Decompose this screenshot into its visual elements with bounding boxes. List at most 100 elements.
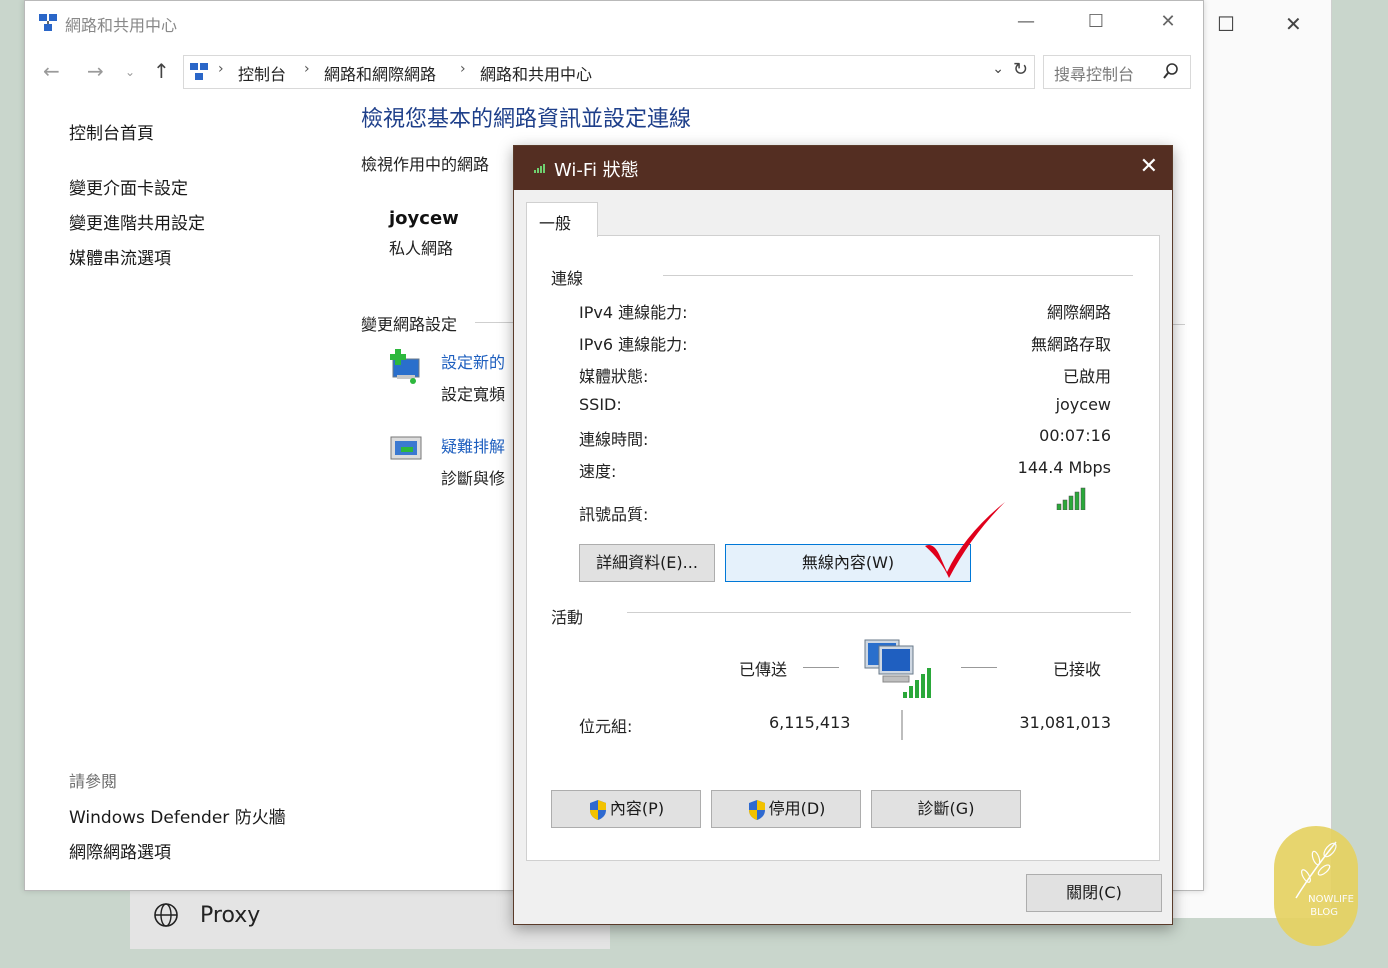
wifi-status-dialog: Wi-Fi 狀態 ✕ 一般 連線 IPv4 連線能力: 網際網路 IPv6 連線… — [513, 145, 1173, 925]
sent-label: 已傳送 — [739, 660, 788, 679]
connection-group-label: 連線 — [551, 269, 584, 288]
setup-new-connection-desc: 設定寬頻 — [441, 385, 506, 404]
sidebar-home-link[interactable]: 控制台首頁 — [69, 119, 154, 144]
received-line — [961, 667, 997, 668]
troubleshoot-icon — [390, 436, 422, 460]
chevron-right-icon: › — [460, 61, 466, 77]
watermark-line1: NOWLIFE — [1308, 894, 1354, 905]
divider — [1173, 324, 1185, 325]
chevron-right-icon: › — [218, 61, 224, 77]
breadcrumb-network-center[interactable]: 網路和共用中心 — [480, 61, 592, 85]
globe-icon — [154, 903, 178, 927]
ipv4-value: 網際網路 — [1046, 303, 1111, 322]
leaf-branch-icon — [1295, 841, 1337, 899]
recent-dropdown-icon[interactable]: ⌄ — [125, 65, 135, 79]
divider — [475, 322, 515, 323]
blog-watermark: NOWLIFE BLOG — [1274, 826, 1358, 946]
proxy-label: Proxy — [200, 903, 261, 928]
signal-quality-label: 訊號品質: — [579, 505, 649, 524]
close-icon[interactable]: ✕ — [1140, 154, 1158, 179]
window-title: 網路和共用中心 — [65, 16, 178, 35]
refresh-icon[interactable]: ↻ — [1013, 59, 1028, 80]
page-title: 檢視您基本的網路資訊並設定連線 — [361, 107, 692, 132]
duration-label: 連線時間: — [579, 430, 649, 449]
search-icon[interactable] — [1162, 62, 1180, 80]
up-arrow-icon[interactable]: ↑ — [153, 59, 170, 83]
ssid-label: SSID: — [579, 395, 622, 414]
dialog-title-bar: Wi-Fi 狀態 ✕ — [514, 146, 1172, 190]
sent-line — [803, 667, 839, 668]
uac-shield-icon — [589, 799, 606, 820]
chevron-right-icon: › — [304, 61, 310, 77]
media-state-label: 媒體狀態: — [579, 367, 649, 386]
close-icon[interactable]: ✕ — [1153, 11, 1183, 32]
chevron-down-icon[interactable]: ⌄ — [992, 61, 1004, 77]
maximize-icon[interactable]: ☐ — [1081, 11, 1111, 32]
new-connection-icon — [390, 349, 420, 384]
bytes-received-value: 31,081,013 — [1019, 713, 1111, 732]
divider — [663, 275, 1133, 276]
sidebar-media-streaming[interactable]: 媒體串流選項 — [69, 244, 171, 269]
troubleshoot-link[interactable]: 疑難排解 — [441, 433, 505, 457]
network-type: 私人網路 — [389, 239, 454, 258]
close-button[interactable]: 關閉(C) — [1026, 874, 1162, 912]
properties-button[interactable]: 內容(P) — [551, 790, 701, 828]
active-networks-heading: 檢視作用中的網路 — [361, 155, 490, 174]
general-tab-panel: 連線 IPv4 連線能力: 網際網路 IPv6 連線能力: 無網路存取 媒體狀態… — [526, 235, 1160, 861]
troubleshoot-desc: 診斷與修 — [441, 469, 506, 488]
disable-button-label: 停用(D) — [768, 799, 826, 818]
speed-value: 144.4 Mbps — [1017, 458, 1111, 477]
tab-general-label: 一般 — [539, 214, 572, 233]
bytes-divider — [901, 710, 903, 740]
search-input[interactable]: 搜尋控制台 — [1054, 61, 1134, 85]
activity-group-label: 活動 — [551, 608, 584, 627]
ipv4-label: IPv4 連線能力: — [579, 303, 688, 322]
diagnose-button[interactable]: 診斷(G) — [871, 790, 1021, 828]
properties-button-label: 內容(P) — [609, 799, 665, 818]
signal-bar — [1068, 495, 1074, 510]
network-computers-icon — [864, 639, 931, 698]
duration-value: 00:07:16 — [1039, 426, 1111, 445]
media-state-value: 已啟用 — [1062, 367, 1111, 386]
ipv6-value: 無網路存取 — [1030, 335, 1111, 354]
search-box[interactable]: 搜尋控制台 — [1043, 55, 1191, 89]
title-bar: 網路和共用中心 — ☐ ✕ — [25, 1, 1203, 45]
dialog-title: Wi-Fi 狀態 — [554, 160, 639, 181]
bytes-sent-value: 6,115,413 — [769, 713, 851, 732]
disable-button[interactable]: 停用(D) — [711, 790, 861, 828]
change-settings-heading: 變更網路設定 — [361, 315, 458, 334]
ipv6-label: IPv6 連線能力: — [579, 335, 688, 354]
sidebar-adapter-settings[interactable]: 變更介面卡設定 — [69, 174, 188, 199]
setup-new-connection-link[interactable]: 設定新的 — [441, 349, 505, 373]
uac-shield-icon — [748, 799, 765, 820]
bytes-label: 位元組: — [579, 717, 633, 736]
network-center-icon — [190, 63, 208, 80]
network-center-icon — [39, 14, 57, 31]
divider — [627, 612, 1131, 613]
close-icon[interactable]: ✕ — [1285, 12, 1302, 36]
maximize-icon[interactable]: ☐ — [1217, 12, 1235, 36]
signal-bar — [1062, 499, 1068, 510]
speed-label: 速度: — [579, 462, 617, 481]
tab-general[interactable]: 一般 — [526, 202, 598, 237]
forward-arrow-icon[interactable]: → — [87, 59, 104, 83]
signal-bar — [1074, 491, 1080, 510]
network-name: joycew — [389, 208, 459, 229]
signal-strength-icon — [1056, 487, 1086, 510]
breadcrumb-control-panel[interactable]: 控制台 — [238, 61, 286, 85]
back-arrow-icon[interactable]: ← — [43, 59, 60, 83]
minimize-icon[interactable]: — — [1011, 11, 1041, 32]
watermark-line2: BLOG — [1310, 907, 1338, 918]
sidebar-firewall-link[interactable]: Windows Defender 防火牆 — [69, 803, 286, 828]
sidebar-advanced-sharing[interactable]: 變更進階共用設定 — [69, 209, 205, 234]
see-also-heading: 請參閱 — [69, 772, 118, 791]
breadcrumb-network-internet[interactable]: 網路和網際網路 — [324, 61, 436, 85]
sidebar-internet-options[interactable]: 網際網路選項 — [69, 838, 171, 863]
address-bar[interactable]: › 控制台 › 網路和網際網路 › 網路和共用中心 ⌄ ↻ — [183, 55, 1035, 89]
ssid-value: joycew — [1055, 395, 1111, 414]
signal-bar — [1056, 503, 1062, 510]
wifi-signal-icon — [534, 164, 545, 173]
details-button[interactable]: 詳細資料(E)... — [579, 544, 715, 582]
red-checkmark-annotation — [925, 502, 1005, 578]
received-label: 已接收 — [1053, 660, 1102, 679]
